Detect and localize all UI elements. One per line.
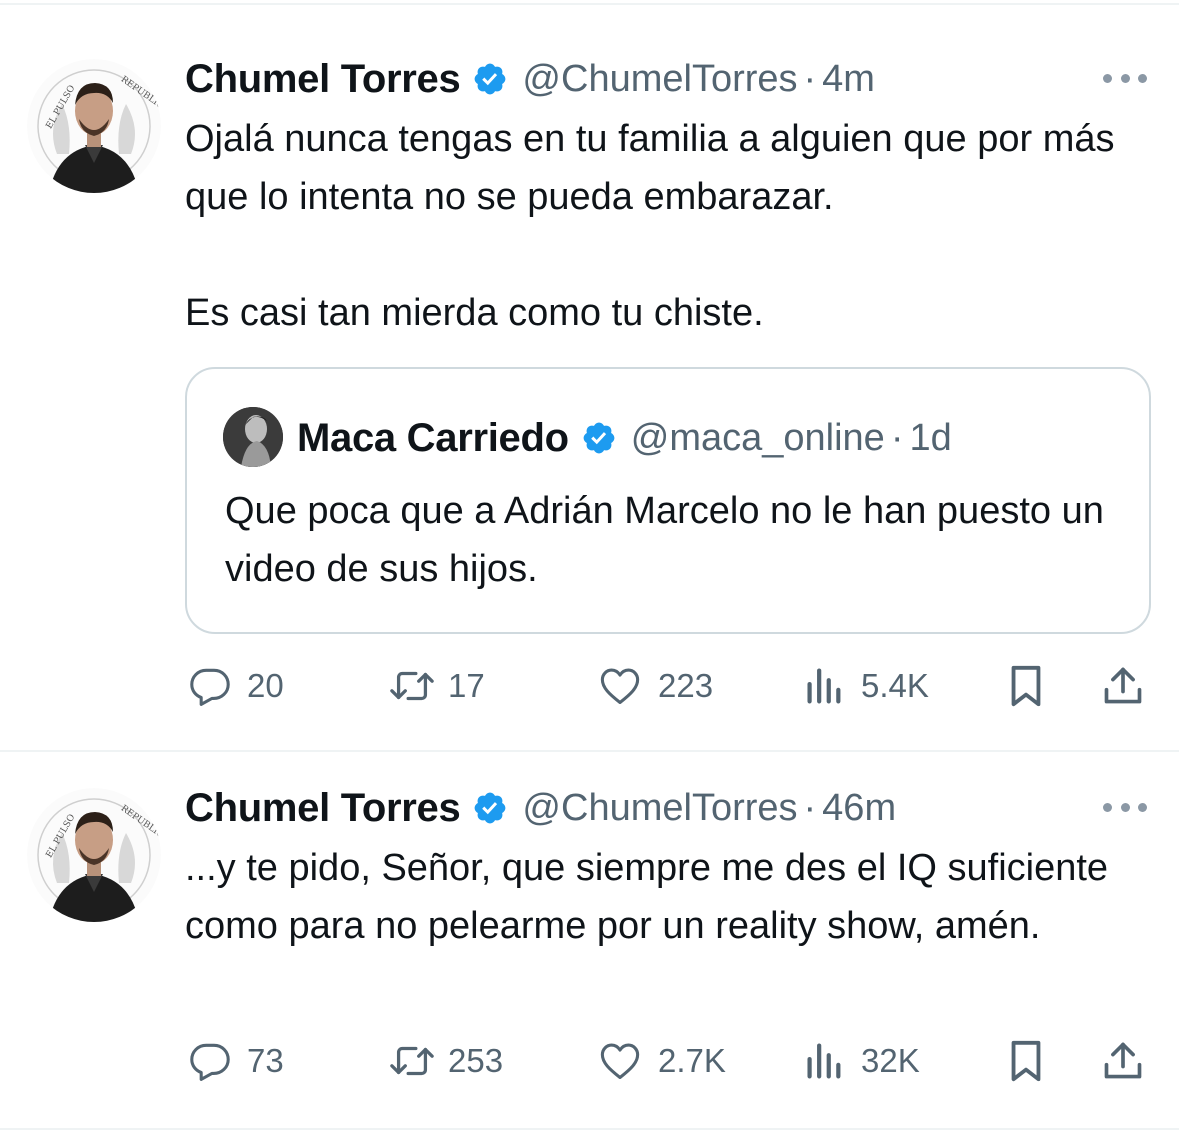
- reply-count: 20: [247, 667, 284, 704]
- author-handle[interactable]: @ChumelTorres: [522, 58, 797, 101]
- tweet-text: ...y te pido, Señor, que siempre me des …: [185, 847, 1109, 947]
- share-icon: [1104, 667, 1142, 704]
- tweet-header: Chumel Torres @ChumelTorres · 46m: [185, 783, 896, 833]
- author-handle[interactable]: @ChumelTorres: [522, 787, 797, 830]
- more-horizontal-icon[interactable]: [1103, 797, 1147, 817]
- more-horizontal-icon[interactable]: [1103, 68, 1147, 88]
- quote-author-name[interactable]: Maca Carriedo: [297, 416, 569, 461]
- views-button[interactable]: 5.4K: [803, 656, 929, 716]
- like-count: 223: [658, 667, 714, 704]
- views-icon: [807, 668, 841, 704]
- like-button[interactable]: 2.7K: [596, 1031, 726, 1091]
- bookmark-icon: [1011, 1040, 1041, 1082]
- bookmark-icon: [1011, 665, 1041, 707]
- tweet-header: Chumel Torres @ChumelTorres · 4m: [185, 54, 875, 104]
- views-button[interactable]: 32K: [803, 1031, 920, 1091]
- view-count: 5.4K: [861, 667, 929, 704]
- verified-badge-icon: [581, 420, 617, 456]
- retweet-button[interactable]: 253: [386, 1031, 503, 1091]
- avatar[interactable]: EL PULSO REPUBLIC: [27, 59, 161, 193]
- separator: ·: [890, 416, 904, 459]
- timestamp[interactable]: 4m: [822, 58, 875, 101]
- bookmark-button[interactable]: [1005, 1031, 1047, 1091]
- like-count: 2.7K: [658, 1042, 726, 1079]
- quote-author-handle[interactable]: @maca_online: [631, 417, 885, 460]
- author-name[interactable]: Chumel Torres: [185, 57, 461, 102]
- bookmark-button[interactable]: [1005, 656, 1047, 716]
- timestamp[interactable]: 46m: [822, 787, 896, 830]
- separator: ·: [803, 57, 817, 100]
- verified-badge-icon: [472, 790, 508, 826]
- like-icon: [600, 668, 640, 705]
- tweet-actions: 73 253 2.7K 32K: [0, 1031, 1179, 1091]
- reply-button[interactable]: 73: [187, 1031, 284, 1091]
- retweet-icon: [390, 671, 434, 701]
- view-count: 32K: [861, 1042, 920, 1079]
- retweet-count: 253: [448, 1042, 504, 1079]
- quote-avatar[interactable]: [223, 407, 283, 467]
- verified-badge-icon: [472, 61, 508, 97]
- tweet[interactable]: EL PULSO REPUBLIC Chumel Torres @ChumelT…: [0, 0, 1179, 750]
- quote-text: Que poca que a Adrián Marcelo no le han …: [225, 490, 1104, 590]
- like-icon: [600, 1043, 640, 1080]
- views-icon: [807, 1043, 841, 1079]
- quoted-tweet[interactable]: Maca Carriedo @maca_online · 1d Que poca…: [185, 367, 1151, 634]
- retweet-icon: [390, 1046, 434, 1076]
- separator: ·: [803, 786, 817, 829]
- share-icon: [1104, 1042, 1142, 1079]
- share-button[interactable]: [1101, 656, 1145, 716]
- like-button[interactable]: 223: [596, 656, 713, 716]
- tweet[interactable]: EL PULSO REPUBLIC Chumel Torres @ChumelT…: [0, 752, 1179, 1128]
- quote-header: Maca Carriedo @maca_online · 1d: [297, 413, 952, 463]
- quote-timestamp[interactable]: 1d: [909, 417, 951, 460]
- reply-count: 73: [247, 1042, 284, 1079]
- author-name[interactable]: Chumel Torres: [185, 786, 461, 831]
- retweet-button[interactable]: 17: [386, 656, 485, 716]
- tweet-actions: 20 17 223 5.4K: [0, 656, 1179, 716]
- retweet-count: 17: [448, 667, 485, 704]
- tweet-text: Ojalá nunca tengas en tu familia a algui…: [185, 118, 1115, 334]
- reply-icon: [190, 668, 230, 706]
- share-button[interactable]: [1101, 1031, 1145, 1091]
- tweet-divider: [0, 1128, 1179, 1130]
- reply-icon: [190, 1043, 230, 1081]
- avatar[interactable]: EL PULSO REPUBLIC: [27, 788, 161, 922]
- reply-button[interactable]: 20: [187, 656, 284, 716]
